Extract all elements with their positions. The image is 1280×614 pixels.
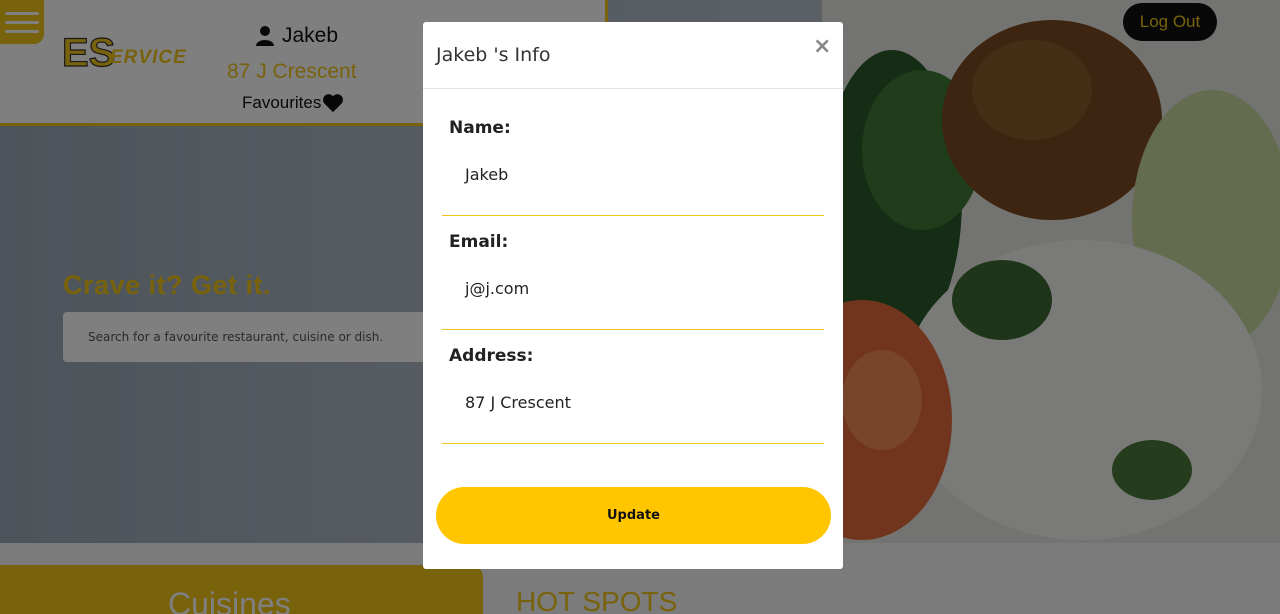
- email-field: Email: j@j.com: [442, 216, 824, 330]
- modal-header: Jakeb 's Info ×: [423, 22, 843, 89]
- update-button[interactable]: Update: [436, 487, 831, 544]
- email-label: Email:: [449, 232, 509, 252]
- name-value[interactable]: Jakeb: [465, 165, 508, 184]
- user-info-modal: Jakeb 's Info × Name: Jakeb Email: j@j.c…: [423, 22, 843, 569]
- address-field: Address: 87 J Crescent: [442, 330, 824, 444]
- name-label: Name:: [449, 118, 511, 138]
- address-value[interactable]: 87 J Crescent: [465, 393, 571, 412]
- email-value[interactable]: j@j.com: [465, 279, 529, 298]
- name-field: Name: Jakeb: [442, 89, 824, 216]
- close-icon[interactable]: ×: [813, 34, 831, 59]
- address-label: Address:: [449, 346, 534, 366]
- modal-title: Jakeb 's Info: [436, 44, 551, 66]
